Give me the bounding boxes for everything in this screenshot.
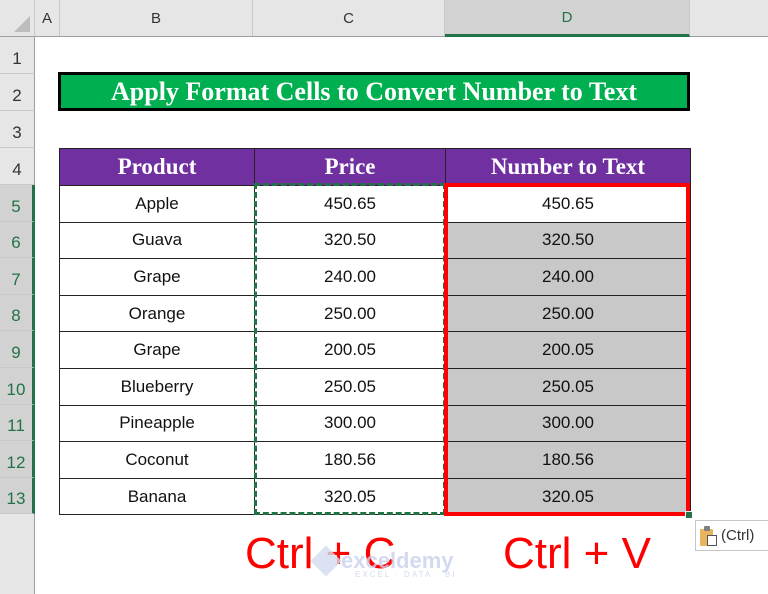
row-header-8[interactable]: 8 bbox=[0, 295, 35, 331]
select-all-button[interactable] bbox=[0, 0, 35, 37]
table-row: Orange 250.00 250.00 bbox=[59, 294, 691, 333]
row-header-6[interactable]: 6 bbox=[0, 222, 35, 258]
column-header-bar: A B C D bbox=[35, 0, 768, 37]
header-price[interactable]: Price bbox=[254, 148, 446, 186]
data-table: Product Price Number to Text Apple 450.65… bbox=[59, 148, 691, 516]
number-to-text-cell[interactable]: 250.00 bbox=[445, 294, 691, 333]
row-header-4[interactable]: 4 bbox=[0, 148, 35, 185]
product-cell[interactable]: Coconut bbox=[59, 441, 255, 479]
column-header-d[interactable]: D bbox=[445, 0, 690, 37]
row-header-3[interactable]: 3 bbox=[0, 111, 35, 148]
price-cell[interactable]: 320.50 bbox=[254, 221, 446, 260]
paste-shortcut-label: Ctrl + V bbox=[503, 529, 651, 578]
watermark-logo-icon bbox=[310, 545, 342, 577]
number-to-text-cell[interactable]: 200.05 bbox=[445, 331, 691, 369]
row-header-2[interactable]: 2 bbox=[0, 74, 35, 111]
number-to-text-cell[interactable]: 320.05 bbox=[445, 477, 691, 516]
price-cell[interactable]: 450.65 bbox=[254, 185, 446, 223]
watermark-tagline: EXCEL · DATA · BI bbox=[355, 570, 457, 579]
row-header-12[interactable]: 12 bbox=[0, 441, 35, 478]
header-number-to-text[interactable]: Number to Text bbox=[445, 148, 691, 186]
price-cell[interactable]: 320.05 bbox=[254, 477, 446, 516]
row-header-1[interactable]: 1 bbox=[0, 37, 35, 74]
number-to-text-cell[interactable]: 320.50 bbox=[445, 221, 691, 260]
product-cell[interactable]: Grape bbox=[59, 258, 255, 296]
row-header-7[interactable]: 7 bbox=[0, 258, 35, 295]
table-row: Apple 450.65 450.65 bbox=[59, 185, 691, 223]
product-cell[interactable]: Guava bbox=[59, 221, 255, 260]
column-header-a[interactable]: A bbox=[35, 0, 60, 36]
table-row: Pineapple 300.00 300.00 bbox=[59, 404, 691, 443]
row-header-11[interactable]: 11 bbox=[0, 405, 35, 441]
number-to-text-cell[interactable]: 250.05 bbox=[445, 367, 691, 406]
column-header-c[interactable]: C bbox=[253, 0, 445, 36]
number-to-text-cell[interactable]: 180.56 bbox=[445, 441, 691, 479]
price-cell[interactable]: 200.05 bbox=[254, 331, 446, 369]
fill-handle[interactable] bbox=[685, 511, 693, 519]
price-cell[interactable]: 300.00 bbox=[254, 404, 446, 443]
watermark: exceldemy EXCEL · DATA · BI bbox=[310, 545, 454, 579]
price-cell[interactable]: 250.05 bbox=[254, 367, 446, 406]
product-cell[interactable]: Banana bbox=[59, 477, 255, 516]
number-to-text-cell[interactable]: 300.00 bbox=[445, 404, 691, 443]
price-cell[interactable]: 180.56 bbox=[254, 441, 446, 479]
table-header-row: Product Price Number to Text bbox=[59, 148, 691, 186]
paste-options-button[interactable]: (Ctrl) bbox=[695, 520, 768, 551]
price-cell[interactable]: 240.00 bbox=[254, 258, 446, 296]
row-header-10[interactable]: 10 bbox=[0, 368, 35, 405]
product-cell[interactable]: Grape bbox=[59, 331, 255, 369]
number-to-text-cell[interactable]: 240.00 bbox=[445, 258, 691, 296]
table-row: Blueberry 250.05 250.05 bbox=[59, 367, 691, 406]
row-header-13[interactable]: 13 bbox=[0, 478, 35, 514]
table-row: Coconut 180.56 180.56 bbox=[59, 441, 691, 479]
header-product[interactable]: Product bbox=[59, 148, 255, 186]
column-header-b[interactable]: B bbox=[60, 0, 253, 36]
sheet-title[interactable]: Apply Format Cells to Convert Number to … bbox=[58, 72, 690, 111]
table-row: Grape 200.05 200.05 bbox=[59, 331, 691, 369]
row-header-filler bbox=[0, 514, 35, 594]
product-cell[interactable]: Pineapple bbox=[59, 404, 255, 443]
table-row: Guava 320.50 320.50 bbox=[59, 221, 691, 260]
select-all-triangle-icon bbox=[14, 16, 30, 32]
product-cell[interactable]: Orange bbox=[59, 294, 255, 333]
row-header-9[interactable]: 9 bbox=[0, 331, 35, 368]
number-to-text-cell[interactable]: 450.65 bbox=[445, 185, 691, 223]
product-cell[interactable]: Apple bbox=[59, 185, 255, 223]
product-cell[interactable]: Blueberry bbox=[59, 367, 255, 406]
price-cell[interactable]: 250.00 bbox=[254, 294, 446, 333]
paste-options-label: (Ctrl) bbox=[721, 527, 755, 544]
row-header-5[interactable]: 5 bbox=[0, 185, 35, 222]
clipboard-icon bbox=[700, 525, 718, 546]
table-row: Banana 320.05 320.05 bbox=[59, 477, 691, 516]
table-row: Grape 240.00 240.00 bbox=[59, 258, 691, 296]
